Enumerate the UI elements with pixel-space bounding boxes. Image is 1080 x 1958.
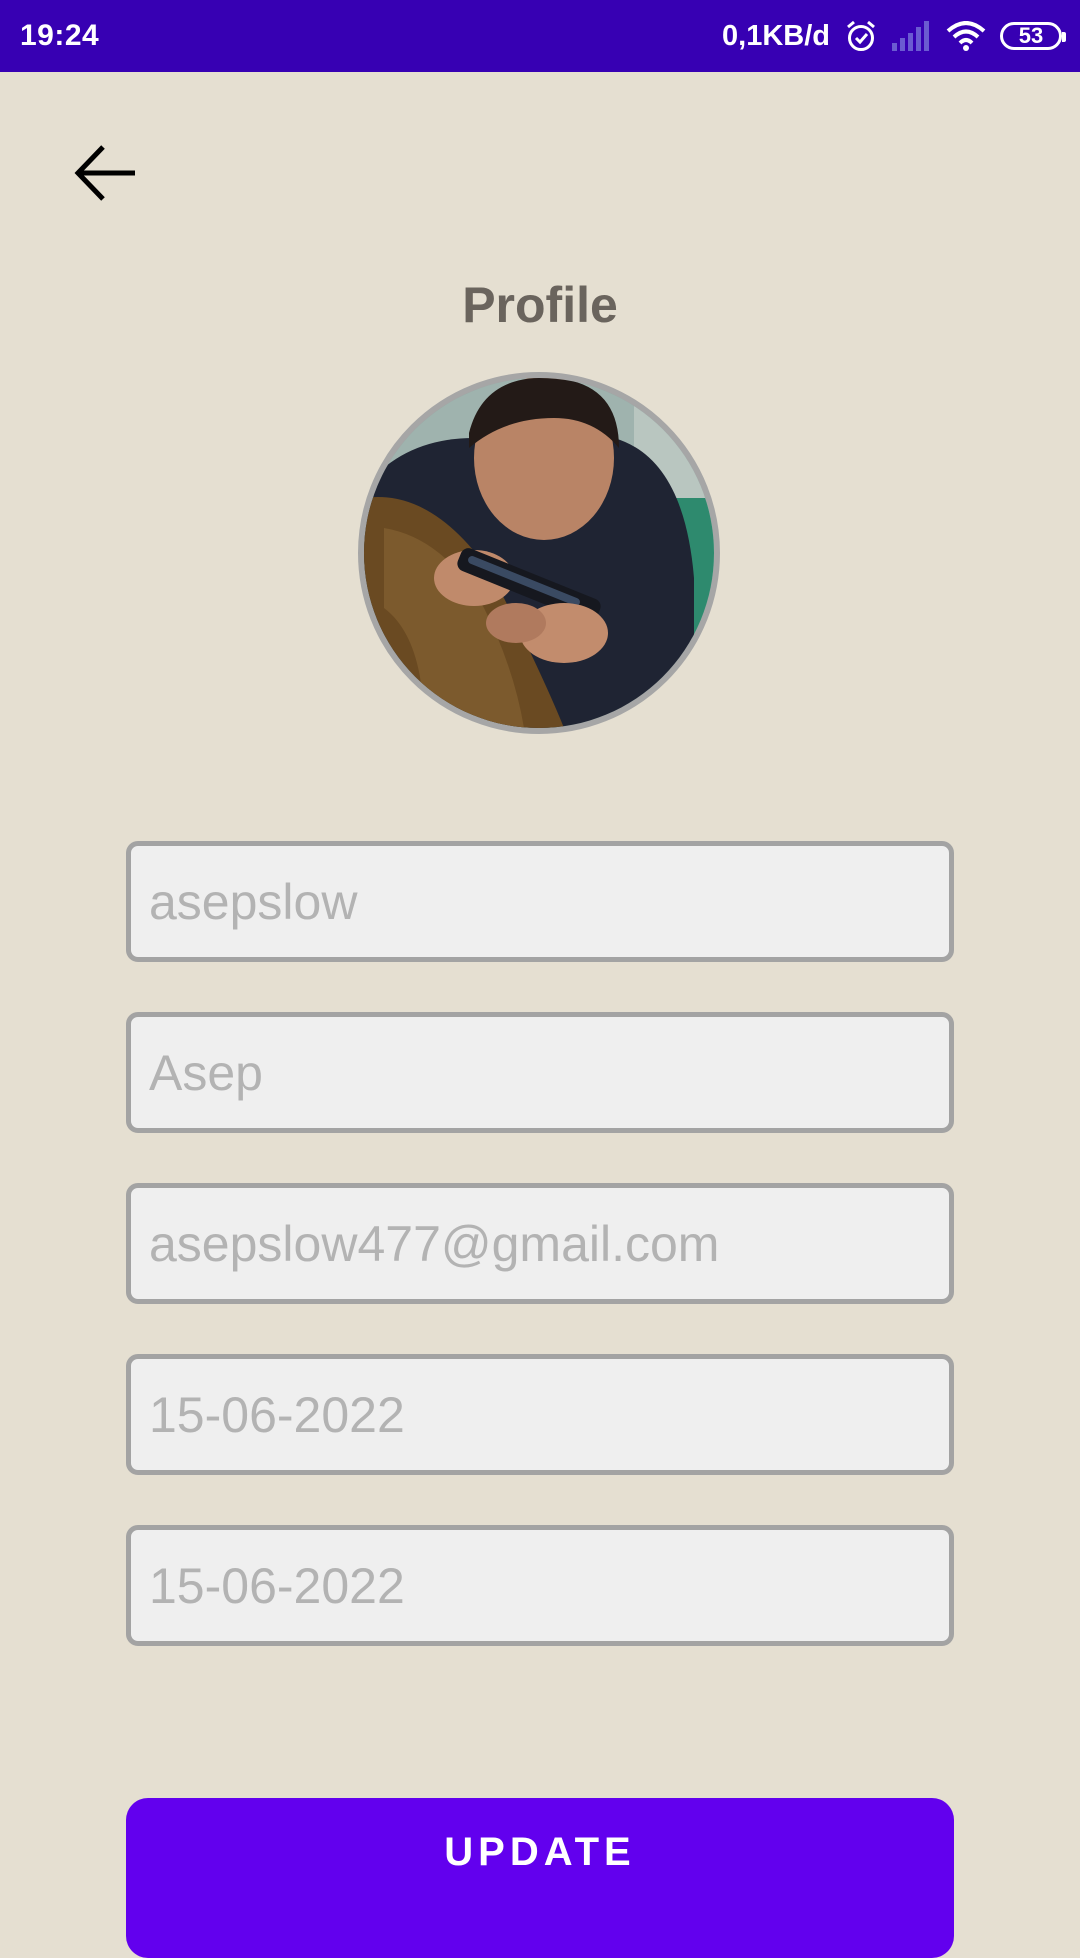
email-field[interactable] bbox=[149, 1214, 931, 1273]
arrow-left-icon bbox=[73, 143, 137, 208]
alarm-icon bbox=[844, 19, 878, 53]
status-icons: 0,1KB/d 53 bbox=[722, 19, 1066, 53]
username-field-box bbox=[126, 841, 954, 962]
battery-icon: 53 bbox=[1000, 22, 1066, 50]
date-field-2-box bbox=[126, 1525, 954, 1646]
status-bar: 19:24 0,1KB/d 53 bbox=[0, 0, 1080, 72]
status-time: 19:24 bbox=[20, 19, 100, 52]
profile-form bbox=[126, 841, 954, 1696]
update-button[interactable]: UPDATE bbox=[126, 1798, 954, 1958]
wifi-icon bbox=[946, 21, 986, 51]
page-title: Profile bbox=[462, 277, 618, 333]
signal-icon bbox=[892, 21, 932, 51]
date-field-1[interactable] bbox=[149, 1385, 931, 1444]
profile-photo bbox=[364, 378, 714, 728]
name-field[interactable] bbox=[149, 1043, 931, 1102]
avatar[interactable] bbox=[358, 372, 720, 734]
back-button[interactable] bbox=[70, 140, 140, 210]
username-field[interactable] bbox=[149, 872, 931, 931]
network-speed: 0,1KB/d bbox=[722, 19, 830, 52]
name-field-box bbox=[126, 1012, 954, 1133]
date-field-1-box bbox=[126, 1354, 954, 1475]
email-field-box bbox=[126, 1183, 954, 1304]
date-field-2[interactable] bbox=[149, 1556, 931, 1615]
